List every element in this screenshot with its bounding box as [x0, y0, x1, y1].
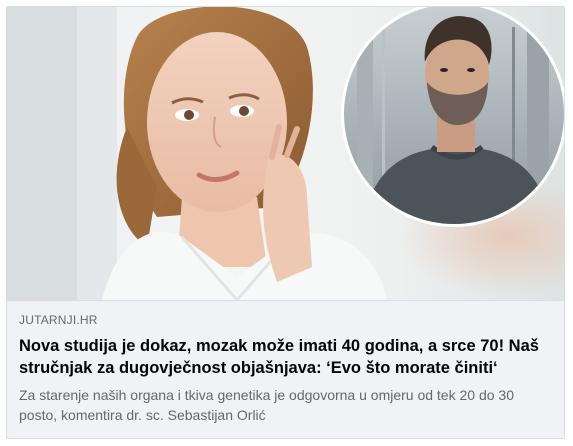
link-preview-meta[interactable]: JUTARNJI.HR Nova studija je dokaz, mozak…	[7, 300, 564, 438]
article-photo	[7, 7, 564, 300]
link-preview-card[interactable]: JUTARNJI.HR Nova studija je dokaz, mozak…	[6, 6, 565, 439]
article-thumbnail-image[interactable]	[7, 7, 564, 300]
article-description: Za starenje naših organa i tkiva genetik…	[19, 387, 514, 423]
source-domain: JUTARNJI.HR	[19, 313, 98, 327]
article-headline[interactable]: Nova studija je dokaz, mozak može imati …	[19, 335, 552, 379]
